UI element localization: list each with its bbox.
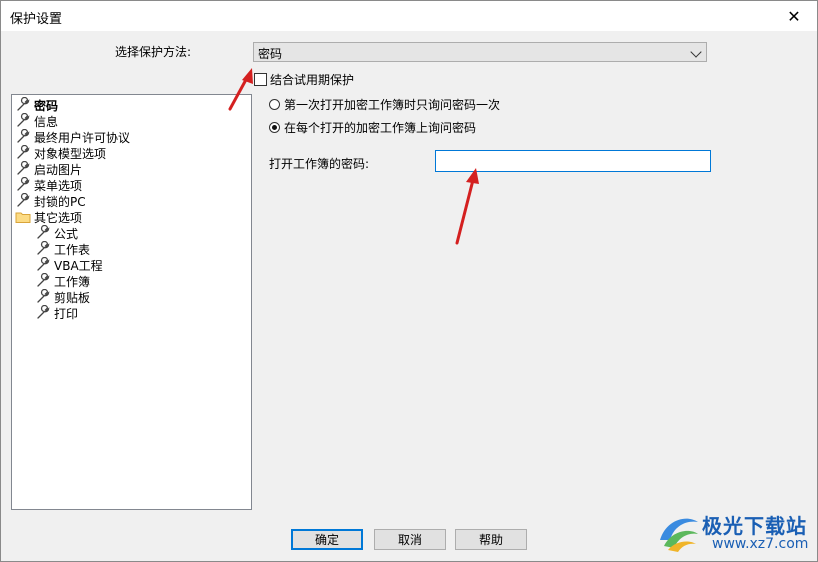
wrench-icon [34, 257, 52, 273]
tree-item-workbook[interactable]: 工作簿 [34, 273, 90, 289]
aurora-logo-icon [660, 518, 698, 552]
wrench-icon [14, 145, 32, 161]
watermark-title: 极光下载站 [702, 514, 807, 538]
tree-item-eula[interactable]: 最终用户许可协议 [14, 129, 130, 145]
protection-settings-dialog: 保护设置 ✕ 选择保护方法: 密码 结合试用期保护 密码 信息 最终用户许可协议… [0, 0, 818, 562]
tree-item-info[interactable]: 信息 [14, 113, 58, 129]
radio-ask-once[interactable]: 第一次打开加密工作簿时只询问密码一次 [269, 96, 500, 113]
tree-item-label: VBA工程 [54, 258, 103, 273]
tree-item-label: 剪贴板 [54, 290, 91, 305]
protection-method-dropdown[interactable]: 密码 [253, 42, 707, 62]
ok-button[interactable]: 确定 [291, 529, 363, 550]
wrench-icon [14, 193, 32, 209]
tree-item-password[interactable]: 密码 [14, 97, 58, 113]
wrench-icon [34, 289, 52, 305]
tree-item-formula[interactable]: 公式 [34, 225, 78, 241]
workbook-password-input[interactable] [435, 150, 711, 172]
checkbox-box[interactable] [254, 73, 267, 86]
title-bar: 保护设置 ✕ [1, 1, 817, 31]
trial-protection-label: 结合试用期保护 [270, 73, 355, 87]
tree-item-label: 信息 [34, 114, 59, 129]
wrench-icon [14, 113, 32, 129]
tree-item-splash[interactable]: 启动图片 [14, 161, 82, 177]
tree-item-menu[interactable]: 菜单选项 [14, 177, 82, 193]
tree-item-label: 菜单选项 [34, 178, 83, 193]
tree-item-label: 工作表 [54, 242, 91, 257]
tree-item-other-options[interactable]: 其它选项 [14, 209, 82, 225]
wrench-icon [14, 97, 32, 113]
watermark-logo: 极光下载站 www.xz7.com [656, 508, 812, 556]
tree-item-label: 封锁的PC [34, 194, 86, 209]
protection-method-value: 密码 [258, 47, 283, 61]
radio-circle-selected[interactable] [269, 122, 280, 133]
workbook-password-label: 打开工作簿的密码: [269, 157, 370, 171]
wrench-icon [34, 241, 52, 257]
watermark-url: www.xz7.com [712, 536, 809, 552]
help-button[interactable]: 帮助 [455, 529, 527, 550]
tree-item-label: 密码 [34, 98, 59, 113]
wrench-icon [14, 177, 32, 193]
wrench-icon [34, 225, 52, 241]
tree-item-print[interactable]: 打印 [34, 305, 78, 321]
tree-item-label: 对象模型选项 [34, 146, 107, 161]
tree-item-worksheet[interactable]: 工作表 [34, 241, 90, 257]
wrench-icon [34, 273, 52, 289]
tree-item-clipboard[interactable]: 剪贴板 [34, 289, 90, 305]
folder-icon [14, 209, 32, 225]
tree-item-label: 启动图片 [34, 162, 83, 177]
tree-item-label: 打印 [54, 306, 79, 321]
wrench-icon [34, 305, 52, 321]
radio-ask-each-label: 在每个打开的加密工作簿上询问密码 [284, 121, 477, 135]
protection-method-label: 选择保护方法: [115, 45, 192, 59]
settings-tree[interactable]: 密码 信息 最终用户许可协议 对象模型选项 启动图片 菜单选项 封锁的PC 其它… [11, 94, 252, 510]
tree-item-locked-pc[interactable]: 封锁的PC [14, 193, 86, 209]
chevron-down-icon [690, 46, 702, 58]
radio-ask-once-label: 第一次打开加密工作簿时只询问密码一次 [284, 98, 501, 112]
tree-item-object-model[interactable]: 对象模型选项 [14, 145, 106, 161]
trial-protection-checkbox[interactable]: 结合试用期保护 [254, 71, 354, 88]
close-icon: ✕ [787, 6, 801, 26]
wrench-icon [14, 129, 32, 145]
radio-circle[interactable] [269, 99, 280, 110]
close-button[interactable]: ✕ [771, 1, 817, 31]
tree-item-label: 公式 [54, 226, 79, 241]
cancel-button[interactable]: 取消 [374, 529, 446, 550]
wrench-icon [14, 161, 32, 177]
tree-item-vba-project[interactable]: VBA工程 [34, 257, 103, 273]
tree-item-label: 最终用户许可协议 [34, 130, 131, 145]
window-title: 保护设置 [10, 12, 63, 27]
radio-ask-each[interactable]: 在每个打开的加密工作簿上询问密码 [269, 119, 476, 136]
tree-item-label: 工作簿 [54, 274, 91, 289]
tree-item-label: 其它选项 [34, 210, 83, 225]
